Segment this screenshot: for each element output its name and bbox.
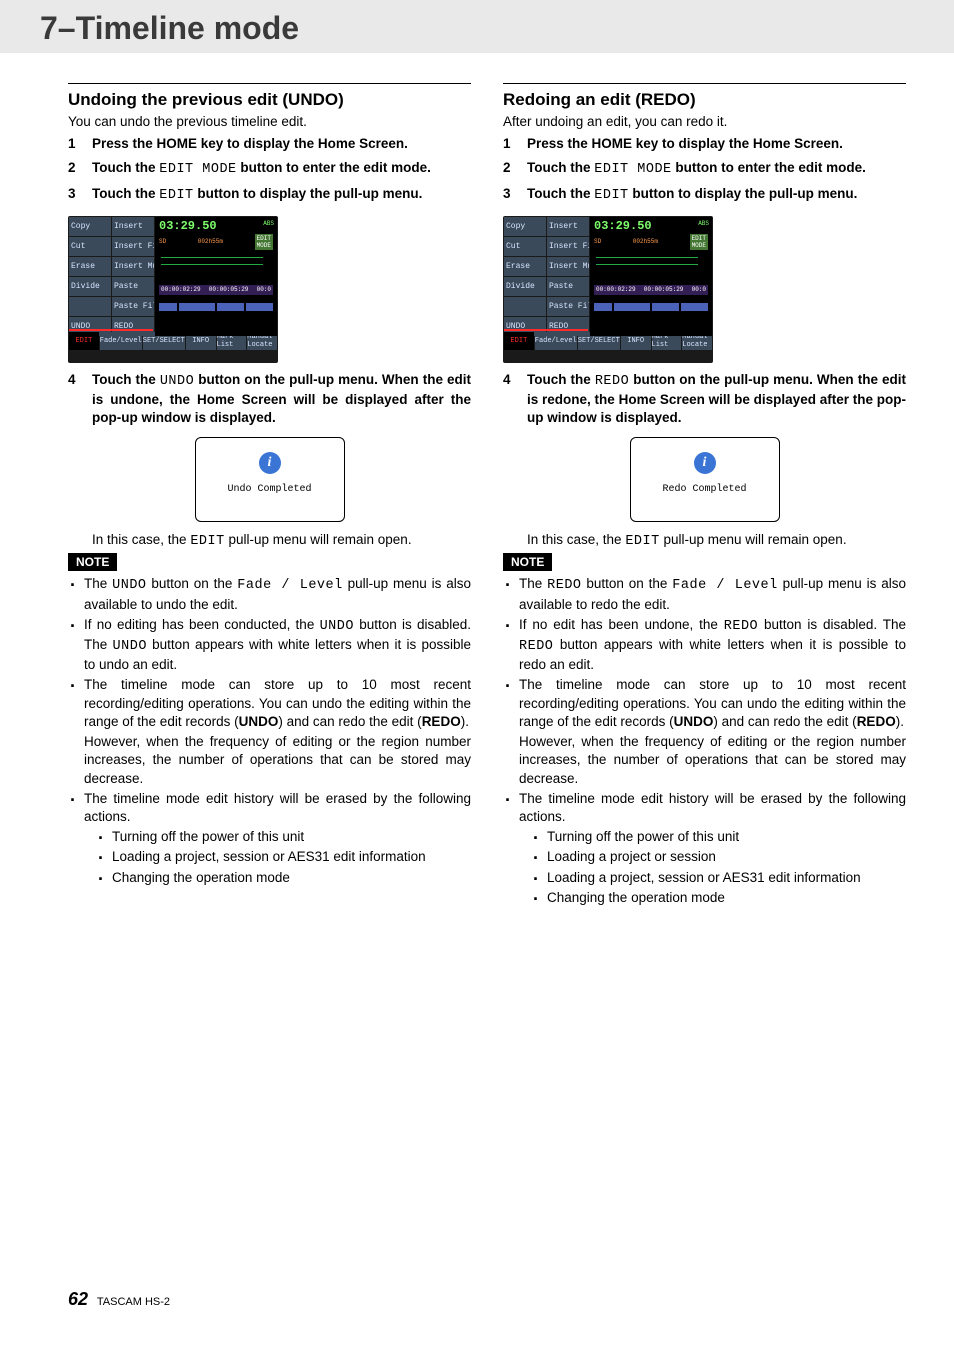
menu-paste-file: Paste File — [112, 297, 154, 316]
sub-2: Loading a project or session — [533, 848, 906, 866]
note-1: The UNDO button on the Fade / Level pull… — [68, 575, 471, 613]
step-2: Touch the EDIT MODE button to enter the … — [503, 159, 906, 179]
steps-undo-2: Touch the UNDO button on the pull-up men… — [68, 371, 471, 428]
sub-1: Turning off the power of this unit — [98, 828, 471, 846]
section-rule — [68, 83, 471, 84]
menu-copy: Copy — [69, 217, 111, 236]
menu-blank — [69, 297, 111, 316]
menu-divide: Divide — [69, 277, 111, 296]
device-screenshot-undo: Copy Insert 03:29.50 ABS SD002h55mEDITMO… — [68, 216, 471, 363]
sub-2: Loading a project, session or AES31 edit… — [98, 848, 471, 866]
note-4: The timeline mode edit history will be e… — [68, 790, 471, 887]
after-popup-redo: In this case, the EDIT pull-up menu will… — [503, 532, 906, 549]
chapter-title: 7–Timeline mode — [40, 10, 954, 47]
step-1: Press the HOME key to display the Home S… — [503, 135, 906, 153]
sub-actions-undo: Turning off the power of this unit Loadi… — [84, 828, 471, 887]
device-main-panel: 03:29.50 ABS SD002h55mEDITMODE 00:00:02:… — [155, 217, 277, 336]
menu-insert-file: Insert File — [112, 237, 154, 256]
step-2: Touch the EDIT MODE button to enter the … — [68, 159, 471, 179]
note-1: The REDO button on the Fade / Level pull… — [503, 575, 906, 613]
menu-erase: Erase — [69, 257, 111, 276]
step-4: Touch the UNDO button on the pull-up men… — [68, 371, 471, 428]
notes-redo: The REDO button on the Fade / Level pull… — [503, 575, 906, 907]
info-icon: i — [694, 452, 716, 474]
page-number: 62 — [68, 1289, 88, 1309]
note-3: The timeline mode can store up to 10 mos… — [68, 676, 471, 787]
step-1: Press the HOME key to display the Home S… — [68, 135, 471, 153]
menu-insert-mute: Insert Mute — [112, 257, 154, 276]
menu-insert: Insert — [112, 217, 154, 236]
product-name: TASCAM HS-2 — [97, 1296, 170, 1308]
popup-message: Redo Completed — [639, 484, 771, 495]
steps-redo-2: Touch the REDO button on the pull-up men… — [503, 371, 906, 428]
note-badge: NOTE — [503, 553, 552, 571]
sub-3: Loading a project, session or AES31 edit… — [533, 869, 906, 887]
section-rule — [503, 83, 906, 84]
menu-cut: Cut — [69, 237, 111, 256]
note-2: If no edit has been undone, the REDO but… — [503, 616, 906, 675]
step-3: Touch the EDIT button to display the pul… — [503, 185, 906, 205]
device-screenshot-redo: Copy Insert 03:29.50 ABS SD002h55mEDITMO… — [503, 216, 906, 363]
section-title-redo: Redoing an edit (REDO) — [503, 90, 906, 110]
bottom-fade: Fade/Level — [100, 332, 142, 350]
section-title-undo: Undoing the previous edit (UNDO) — [68, 90, 471, 110]
sub-1: Turning off the power of this unit — [533, 828, 906, 846]
note-3: The timeline mode can store up to 10 mos… — [503, 676, 906, 787]
notes-undo: The UNDO button on the Fade / Level pull… — [68, 575, 471, 887]
sub-actions-redo: Turning off the power of this unit Loadi… — [519, 828, 906, 907]
steps-redo: Press the HOME key to display the Home S… — [503, 135, 906, 206]
info-icon: i — [259, 452, 281, 474]
note-badge: NOTE — [68, 553, 117, 571]
note-4: The timeline mode edit history will be e… — [503, 790, 906, 907]
note-2: If no editing has been conducted, the UN… — [68, 616, 471, 675]
menu-paste: Paste — [112, 277, 154, 296]
right-column: Redoing an edit (REDO) After undoing an … — [503, 83, 906, 909]
after-popup-undo: In this case, the EDIT pull-up menu will… — [68, 532, 471, 549]
popup-redo: i Redo Completed — [630, 437, 780, 522]
sub-3: Changing the operation mode — [98, 869, 471, 887]
popup-message: Undo Completed — [204, 484, 336, 495]
intro-redo: After undoing an edit, you can redo it. — [503, 114, 906, 129]
intro-undo: You can undo the previous timeline edit. — [68, 114, 471, 129]
step-3: Touch the EDIT button to display the pul… — [68, 185, 471, 205]
footer: 62 TASCAM HS-2 — [68, 1289, 170, 1310]
popup-undo: i Undo Completed — [195, 437, 345, 522]
bottom-edit: EDIT — [69, 332, 99, 350]
left-column: Undoing the previous edit (UNDO) You can… — [68, 83, 471, 909]
step-4: Touch the REDO button on the pull-up men… — [503, 371, 906, 428]
sub-4: Changing the operation mode — [533, 889, 906, 907]
steps-undo: Press the HOME key to display the Home S… — [68, 135, 471, 206]
